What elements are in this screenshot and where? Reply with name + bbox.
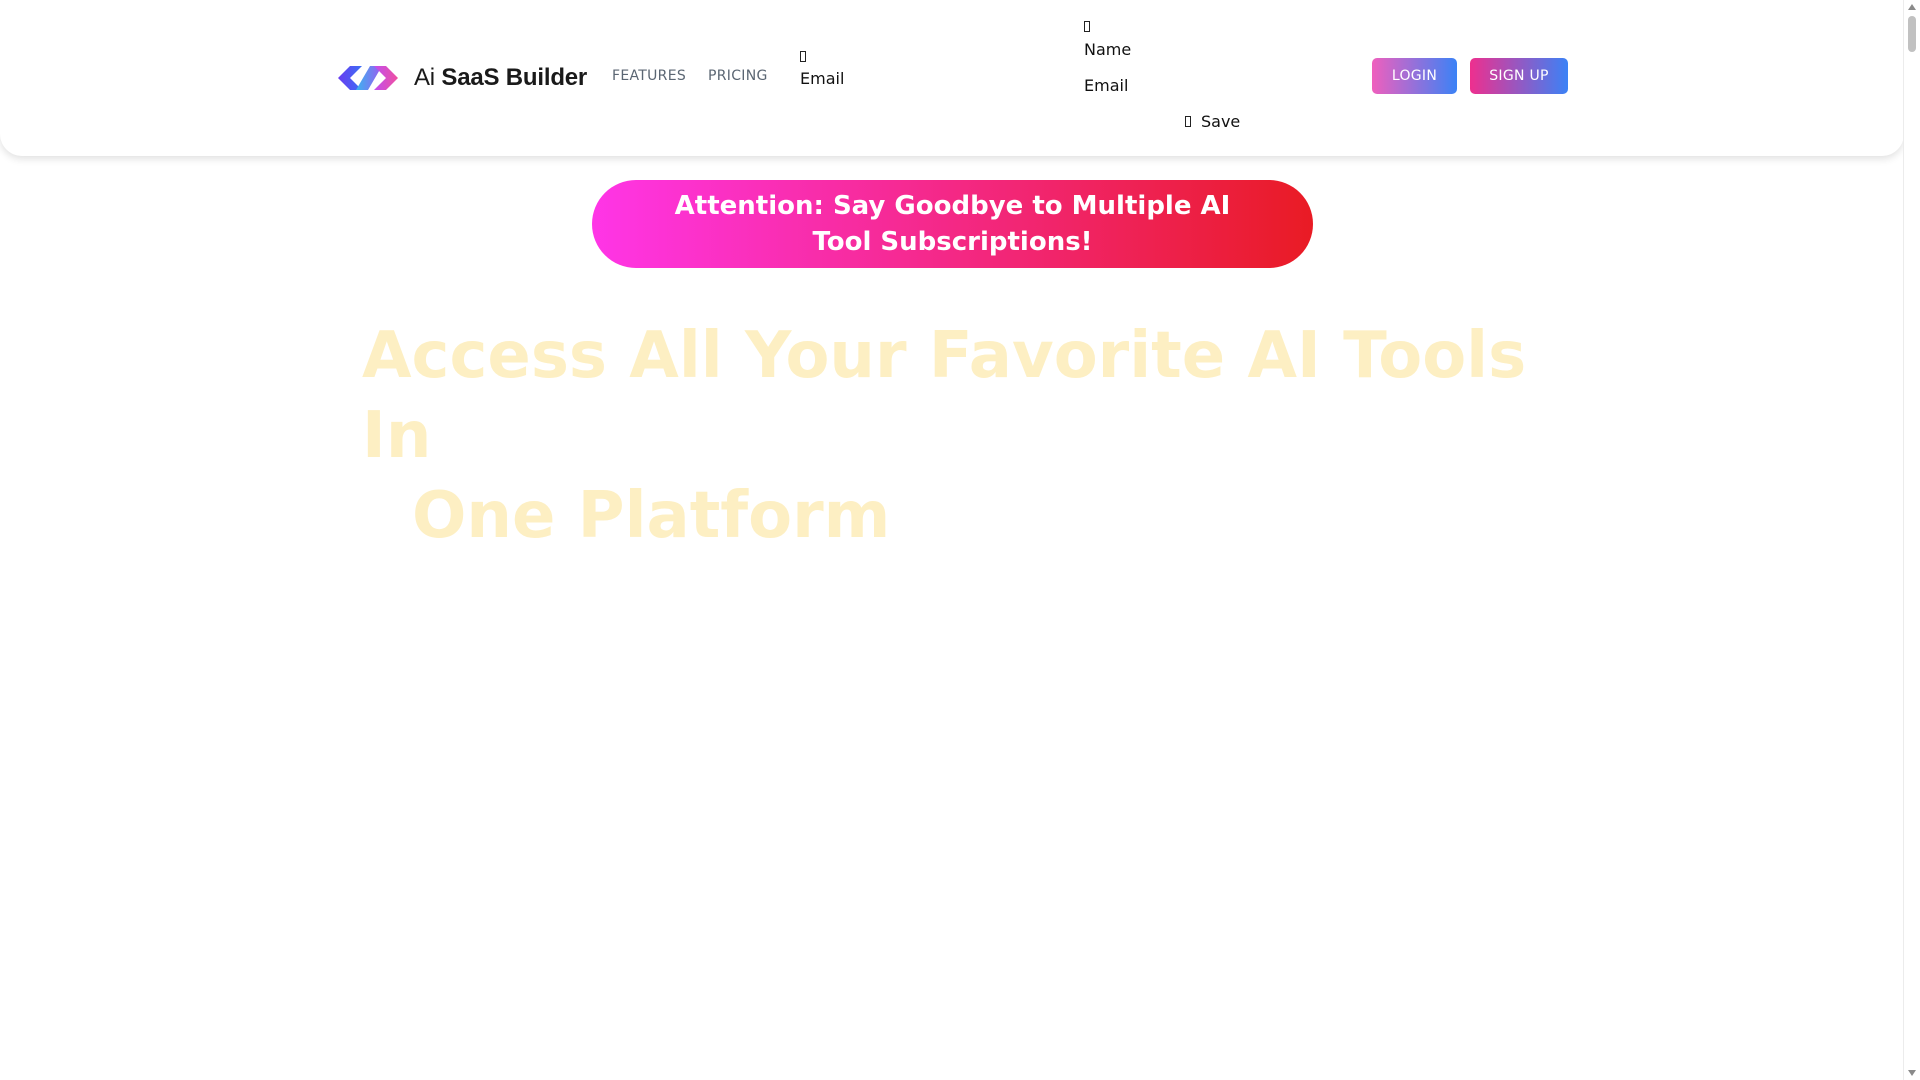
- contact-form: Name Email: [1084, 20, 1131, 97]
- missing-glyph-icon: [800, 51, 806, 62]
- scrollbar-thumb[interactable]: [1908, 16, 1916, 52]
- signup-button[interactable]: SIGN UP: [1470, 58, 1568, 94]
- email-menu[interactable]: Email: [800, 50, 844, 93]
- brand-name: Ai SaaS Builder: [414, 64, 588, 91]
- login-button[interactable]: LOGIN: [1372, 58, 1457, 94]
- site-header: Ai SaaS Builder FEATURES PRICING Email N…: [0, 0, 1904, 156]
- hero-heading: Access All Your Favorite AI Tools In One…: [362, 316, 1582, 556]
- hero-heading-line2: One Platform: [412, 479, 891, 553]
- save-button[interactable]: Save: [1185, 112, 1240, 131]
- nav-pricing[interactable]: PRICING: [708, 68, 768, 84]
- missing-glyph-icon: [1185, 116, 1191, 127]
- save-button-label: Save: [1201, 112, 1241, 131]
- page-scrollbar[interactable]: [1903, 0, 1920, 1080]
- scroll-down-arrow-icon[interactable]: [1908, 1070, 1916, 1076]
- attention-banner: Attention: Say Goodbye to Multiple AI To…: [592, 180, 1313, 268]
- hero-heading-line1: Access All Your Favorite AI Tools In: [362, 319, 1527, 473]
- name-field-label: Name: [1084, 40, 1132, 59]
- page: Ai SaaS Builder FEATURES PRICING Email N…: [0, 0, 1920, 1080]
- scroll-up-arrow-icon[interactable]: [1908, 4, 1916, 10]
- nav-features[interactable]: FEATURES: [612, 68, 686, 84]
- brand-logo-icon: [338, 66, 398, 90]
- attention-banner-text: Attention: Say Goodbye to Multiple AI To…: [674, 191, 1231, 257]
- email-menu-label: Email: [800, 69, 845, 88]
- missing-glyph-icon: [1084, 21, 1090, 32]
- email-field-label: Email: [1084, 76, 1129, 95]
- brand-logo[interactable]: Ai SaaS Builder: [336, 60, 587, 96]
